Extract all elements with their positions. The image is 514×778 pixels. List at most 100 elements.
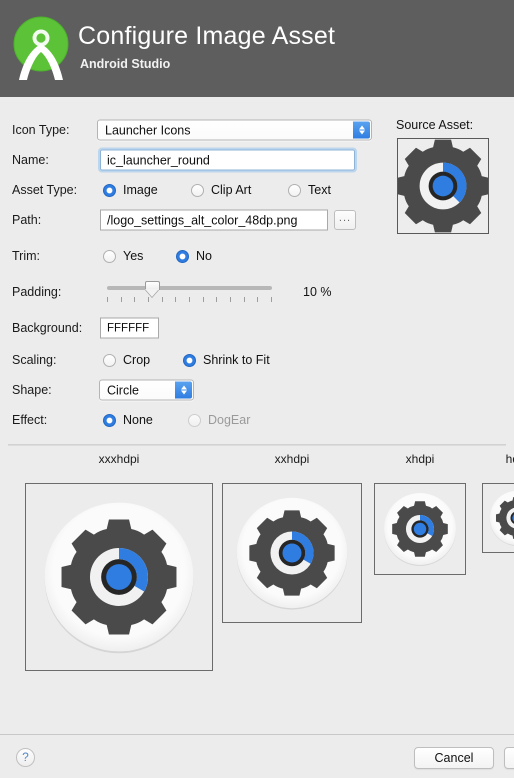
gear-settings-icon (384, 493, 456, 566)
slider-tick (216, 297, 217, 302)
effect-none-label: None (123, 413, 153, 427)
row-scaling: Scaling: Crop Shrink to Fit (0, 347, 514, 373)
preview-label: xxhdpi (274, 452, 310, 466)
slider-tick (203, 297, 204, 302)
padding-slider-ticks (107, 297, 272, 303)
asset-type-option-text[interactable]: Text (288, 181, 331, 199)
icon-type-chevron-icon[interactable] (353, 121, 370, 139)
icon-type-combo[interactable]: Launcher Icons (97, 119, 372, 141)
radio-dot-icon (191, 183, 204, 197)
name-label: Name: (12, 153, 49, 167)
shape-chevron-icon[interactable] (175, 381, 192, 399)
scaling-label: Scaling: (12, 353, 57, 367)
path-input[interactable]: /logo_settings_alt_color_48dp.png (100, 209, 328, 231)
scaling-option-shrink[interactable]: Shrink to Fit (183, 351, 270, 369)
preview-image[interactable] (25, 483, 213, 671)
preview-strip: xxxhdpi xxhdpi xhdpi h (0, 452, 514, 690)
preview-label: xxxhdpi (98, 452, 140, 466)
shape-value: Circle (107, 383, 139, 397)
asset-type-label: Asset Type: (12, 183, 78, 197)
row-background: Background: FFFFFF (0, 315, 514, 341)
gear-settings-icon (489, 490, 514, 546)
row-padding: Padding: 10 % (0, 279, 514, 305)
name-value: ic_launcher_round (107, 153, 210, 167)
radio-dot-icon (288, 183, 301, 197)
asset-type-option-clipart[interactable]: Clip Art (191, 181, 251, 199)
path-browse-button[interactable]: ... (334, 210, 356, 230)
effect-dogear-label: DogEar (208, 413, 251, 427)
dialog-header: Configure Image Asset Android Studio (0, 0, 514, 97)
padding-label: Padding: (12, 285, 62, 299)
row-effect: Effect: None DogEar (0, 407, 514, 433)
slider-tick (175, 297, 176, 302)
slider-tick (107, 297, 108, 302)
confirm-button[interactable] (504, 747, 514, 769)
name-input[interactable]: ic_launcher_round (98, 147, 357, 173)
background-color-value: FFFFFF (107, 322, 150, 334)
preview-image[interactable] (482, 483, 514, 553)
asset-type-text-label: Text (308, 183, 331, 197)
help-button[interactable]: ? (16, 748, 35, 767)
radio-dot-icon (188, 413, 201, 427)
slider-tick (189, 297, 190, 302)
effect-option-none[interactable]: None (103, 411, 153, 429)
dialog-subtitle: Android Studio (80, 57, 171, 71)
slider-tick (148, 297, 149, 302)
padding-value: 10 % (303, 285, 332, 299)
row-shape: Shape: Circle (0, 377, 514, 403)
dialog-title: Configure Image Asset (78, 22, 336, 50)
asset-type-image-label: Image (123, 183, 158, 197)
padding-slider[interactable] (107, 280, 272, 304)
slider-tick (271, 297, 272, 302)
gear-settings-icon (236, 497, 348, 610)
source-asset-preview[interactable] (396, 138, 490, 234)
gear-settings-icon (396, 139, 490, 233)
trim-no-label: No (196, 249, 212, 263)
effect-label: Effect: (12, 413, 48, 427)
radio-dot-icon (103, 353, 116, 367)
preview-label: xhdpi (405, 452, 435, 466)
background-label: Background: (12, 321, 83, 335)
preview-label: hdpi (505, 452, 514, 466)
asset-type-clipart-label: Clip Art (211, 183, 252, 197)
trim-option-yes[interactable]: Yes (103, 247, 143, 265)
background-color-input[interactable]: FFFFFF (100, 317, 159, 339)
path-label: Path: (12, 213, 42, 227)
scaling-option-crop[interactable]: Crop (103, 351, 150, 369)
padding-slider-thumb[interactable] (144, 281, 160, 297)
cancel-button[interactable]: Cancel (414, 747, 494, 769)
radio-dot-icon (103, 413, 116, 427)
preview-image[interactable] (222, 483, 362, 623)
preview-image[interactable] (374, 483, 466, 575)
slider-tick (257, 297, 258, 302)
trim-option-no[interactable]: No (176, 247, 212, 265)
trim-label: Trim: (12, 249, 40, 263)
scaling-radio-group: Crop Shrink to Fit (103, 351, 333, 369)
section-divider (8, 444, 506, 446)
effect-option-dogear: DogEar (188, 411, 250, 429)
scaling-crop-label: Crop (123, 353, 151, 367)
radio-dot-icon (103, 249, 116, 263)
icon-type-label: Icon Type: (12, 123, 70, 137)
slider-tick (162, 297, 163, 302)
row-trim: Trim: Yes No (0, 243, 514, 269)
scaling-shrink-label: Shrink to Fit (203, 353, 270, 367)
slider-tick (244, 297, 245, 302)
padding-slider-track[interactable] (107, 286, 272, 290)
configure-image-asset-dialog: Configure Image Asset Android Studio Ico… (0, 0, 514, 778)
trim-yes-label: Yes (123, 249, 144, 263)
shape-combo[interactable]: Circle (99, 379, 194, 401)
radio-dot-icon (183, 353, 196, 367)
radio-dot-icon (176, 249, 189, 263)
radio-dot-icon (103, 183, 116, 197)
slider-tick (134, 297, 135, 302)
source-asset-label: Source Asset: (396, 118, 474, 132)
effect-radio-group: None DogEar (103, 411, 303, 429)
icon-type-value: Launcher Icons (105, 123, 191, 137)
slider-tick (230, 297, 231, 302)
gear-settings-icon (44, 502, 194, 654)
path-value: /logo_settings_alt_color_48dp.png (107, 213, 298, 227)
asset-type-option-image[interactable]: Image (103, 181, 158, 199)
shape-label: Shape: (12, 383, 52, 397)
footer-separator (0, 734, 514, 735)
